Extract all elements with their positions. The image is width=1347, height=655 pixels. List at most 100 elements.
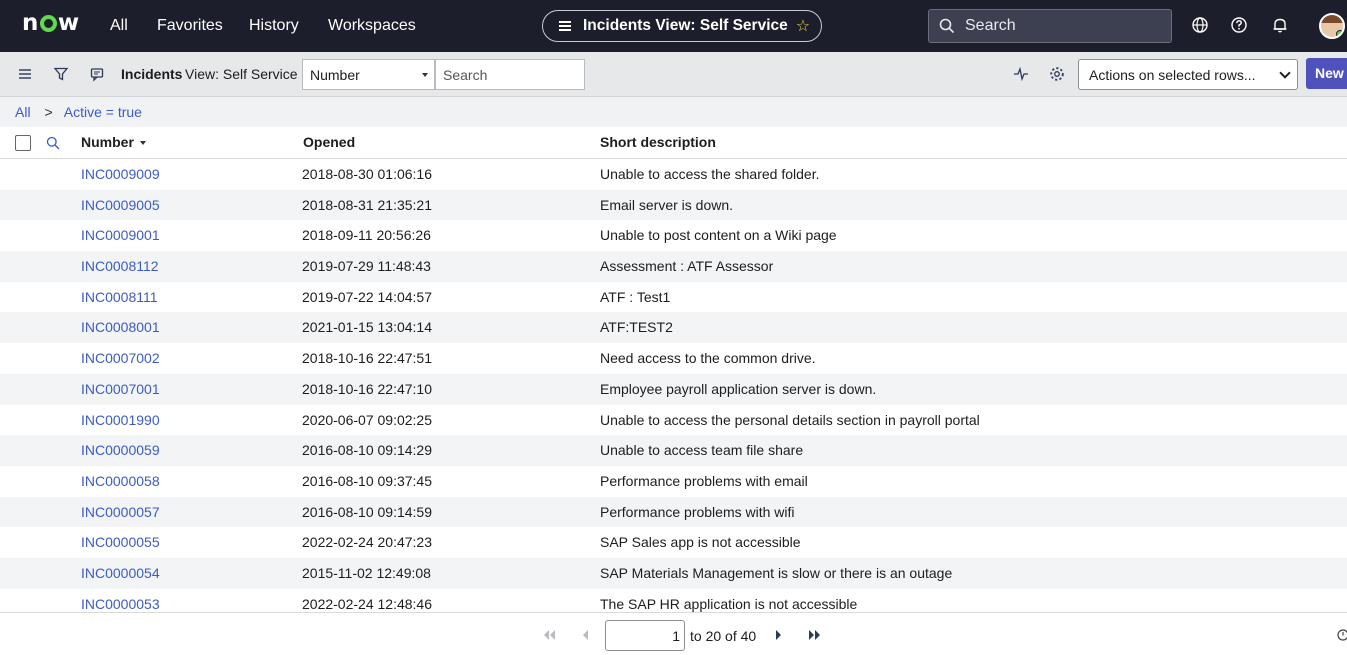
table-row: INC0000057 2016-08-10 09:14:59 Performance… <box>0 496 1347 528</box>
help-icon[interactable] <box>1230 16 1248 34</box>
opened-cell: 2018-10-16 22:47:10 <box>302 380 432 397</box>
incident-number-link[interactable]: INC0009009 <box>81 166 160 182</box>
opened-cell: 2022-02-24 20:47:23 <box>302 534 432 551</box>
list-title[interactable]: Incidents <box>121 66 182 82</box>
breadcrumb-all[interactable]: All <box>15 104 31 120</box>
breadcrumb-filter-active[interactable]: Active = true <box>64 104 142 120</box>
table-header: Number Opened Short description <box>0 127 1347 159</box>
incident-number-link[interactable]: INC0007001 <box>81 381 160 397</box>
opened-cell: 2019-07-29 11:48:43 <box>302 258 431 275</box>
short-description-cell: Performance problems with email <box>600 472 808 489</box>
incident-number-link[interactable]: INC0008001 <box>81 319 160 335</box>
short-description-cell: Unable to access the personal details se… <box>600 411 980 428</box>
opened-cell: 2016-08-10 09:14:29 <box>302 442 432 459</box>
gear-icon[interactable] <box>1049 66 1065 82</box>
opened-cell: 2020-06-07 09:02:25 <box>302 411 432 428</box>
incident-number-link[interactable]: INC0008111 <box>81 289 158 305</box>
new-button[interactable]: New <box>1306 58 1347 89</box>
activity-pulse-icon[interactable] <box>1013 66 1029 82</box>
table-row: INC0001990 2020-06-07 09:02:25 Unable to a… <box>0 405 1347 436</box>
previous-page-icon[interactable] <box>579 629 593 641</box>
global-search-placeholder: Search <box>965 17 1016 34</box>
incident-number-link[interactable]: INC0008112 <box>81 258 159 274</box>
servicenow-logo[interactable]: nw <box>22 10 80 36</box>
table-row: INC0000055 2022-02-24 20:47:23 SAP Sales a… <box>0 527 1347 558</box>
short-description-cell: Email server is down. <box>600 196 734 213</box>
hamburger-menu-icon[interactable] <box>17 66 33 82</box>
select-all-checkbox[interactable] <box>15 135 31 151</box>
notification-bell-icon[interactable] <box>1271 16 1289 34</box>
table-row: INC0000059 2016-08-10 09:14:29 Unable to a… <box>0 435 1347 466</box>
short-description-cell: Unable to access the shared folder. <box>600 166 820 182</box>
user-avatar[interactable] <box>1319 13 1345 39</box>
opened-cell: 2015-11-02 12:49:08 <box>302 564 431 581</box>
table-row: INC0008112 2019-07-29 11:48:43 Assessment … <box>0 251 1347 282</box>
short-description-cell: Unable to post content on a Wiki page <box>600 227 837 244</box>
short-description-cell: Unable to access team file share <box>600 442 804 459</box>
short-description-cell: Assessment : ATF Assessor <box>600 258 774 275</box>
incident-number-link[interactable]: INC0009001 <box>81 227 160 243</box>
incident-number-link[interactable]: INC0007002 <box>81 350 160 366</box>
nav-menu-favorites[interactable]: Favorites <box>157 0 223 52</box>
incident-number-link[interactable]: INC0000059 <box>81 442 160 458</box>
table-row: INC0008111 2019-07-22 14:04:57 ATF : Test1 <box>0 282 1347 313</box>
short-description-cell: Performance problems with wifi <box>600 503 795 520</box>
incident-number-link[interactable]: INC0000057 <box>81 504 160 520</box>
incident-number-link[interactable]: INC0000054 <box>81 565 160 581</box>
list-search-input[interactable] <box>435 59 585 90</box>
opened-cell: 2022-02-24 12:48:46 <box>302 595 432 612</box>
first-page-icon[interactable] <box>542 629 556 641</box>
favorite-star-icon[interactable]: ☆ <box>796 16 810 36</box>
search-field-select-value: Number <box>310 67 360 83</box>
column-search-icon[interactable] <box>46 136 60 150</box>
context-title: Incidents View: Self Service <box>583 17 788 34</box>
short-description-cell: Employee payroll application server is d… <box>600 380 877 397</box>
short-description-cell: SAP Materials Management is slow or ther… <box>600 564 953 581</box>
next-page-icon[interactable] <box>773 629 787 641</box>
globe-icon[interactable] <box>1191 16 1209 34</box>
table-body: INC0009009 2018-08-30 01:06:16 Unable to a… <box>0 159 1347 619</box>
table-row: INC0007001 2018-10-16 22:47:10 Employee pa… <box>0 373 1347 405</box>
column-header-opened[interactable]: Opened <box>303 134 355 150</box>
opened-cell: 2016-08-10 09:14:59 <box>302 503 432 520</box>
incident-number-link[interactable]: INC0000058 <box>81 473 160 489</box>
short-description-cell: Need access to the common drive. <box>600 350 816 367</box>
opened-cell: 2018-08-31 21:35:21 <box>302 196 432 213</box>
global-search-input[interactable]: Search <box>928 9 1172 43</box>
last-page-icon[interactable] <box>808 629 822 641</box>
sort-descending-icon <box>139 141 146 145</box>
short-description-cell: ATF:TEST2 <box>600 319 673 336</box>
incident-number-link[interactable]: INC0001990 <box>81 412 160 428</box>
page-number-input[interactable]: 1 <box>605 620 685 651</box>
comment-icon[interactable] <box>89 66 105 82</box>
table-row: INC0009009 2018-08-30 01:06:16 Unable to a… <box>0 159 1347 190</box>
chevron-down-icon <box>1279 67 1291 79</box>
actions-select[interactable]: Actions on selected rows... <box>1078 59 1298 90</box>
table-row: INC0000054 2015-11-02 12:49:08 SAP Materia… <box>0 557 1347 589</box>
incident-number-link[interactable]: INC0000055 <box>81 534 160 550</box>
table-row: INC0009001 2018-09-11 20:56:26 Unable to p… <box>0 220 1347 251</box>
incident-number-link[interactable]: INC0000053 <box>81 596 160 612</box>
context-title-pill[interactable]: Incidents View: Self Service ☆ <box>542 10 822 42</box>
search-icon <box>939 18 955 34</box>
opened-cell: 2018-10-16 22:47:51 <box>302 350 432 367</box>
incident-number-link[interactable]: INC0009005 <box>81 197 160 213</box>
response-time-icon[interactable] <box>1336 629 1347 641</box>
breadcrumb-separator: > <box>44 104 53 120</box>
filter-icon[interactable] <box>53 66 69 82</box>
page-range-text: to 20 of 40 <box>690 628 757 644</box>
short-description-cell: SAP Sales app is not accessible <box>600 534 801 551</box>
column-header-number[interactable]: Number <box>81 134 146 150</box>
pagination-footer: 1 to 20 of 40 <box>0 612 1347 655</box>
nav-menu-history[interactable]: History <box>249 0 299 52</box>
column-header-short-description[interactable]: Short description <box>600 134 716 150</box>
online-status-icon <box>1336 30 1343 37</box>
opened-cell: 2019-07-22 14:04:57 <box>302 288 432 305</box>
list-view-label: View: Self Service <box>185 66 298 82</box>
actions-select-value: Actions on selected rows... <box>1089 67 1256 83</box>
list-icon <box>559 19 571 33</box>
nav-menu-workspaces[interactable]: Workspaces <box>328 0 416 52</box>
nav-menu-all[interactable]: All <box>110 0 128 52</box>
table-row: INC0009005 2018-08-31 21:35:21 Email serve… <box>0 189 1347 221</box>
search-field-select[interactable]: Number <box>302 59 435 90</box>
